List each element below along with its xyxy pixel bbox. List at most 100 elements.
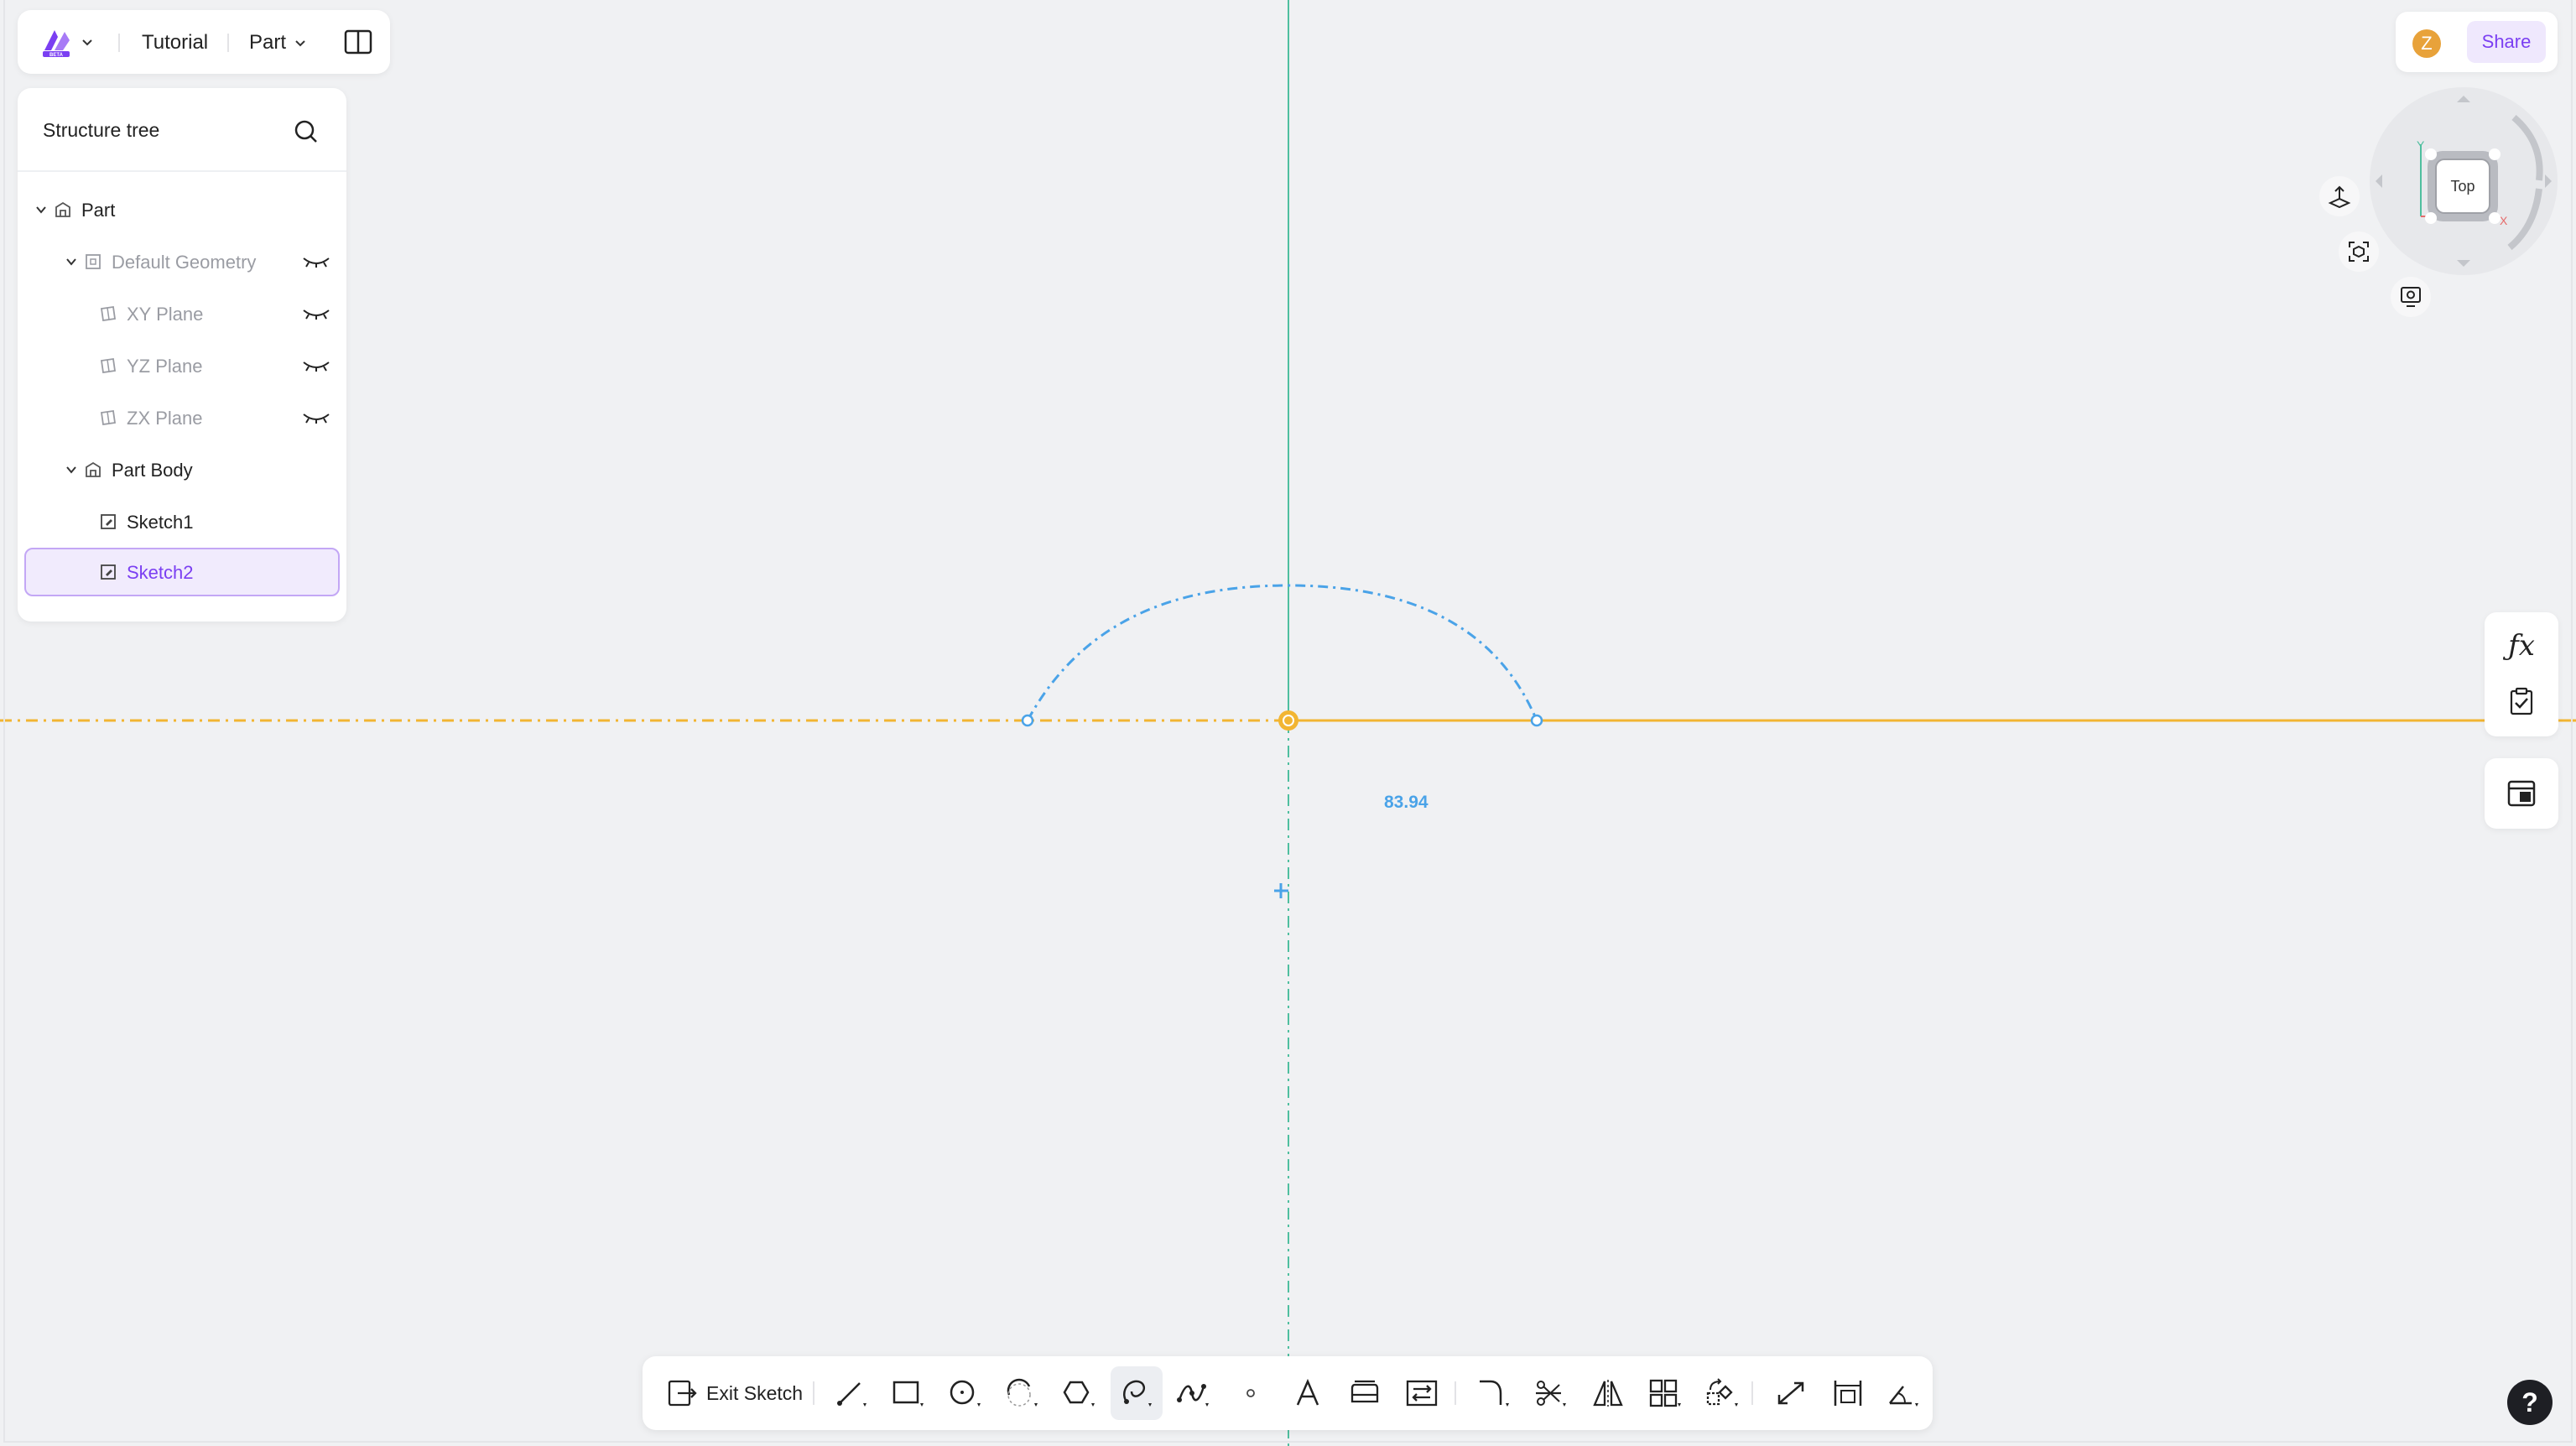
angle-icon bbox=[1889, 1386, 1918, 1407]
panel-toggle-button[interactable] bbox=[341, 27, 375, 57]
arc-icon bbox=[1007, 1378, 1038, 1407]
mirror-icon bbox=[1593, 1380, 1623, 1407]
logo-icon: BETA bbox=[43, 30, 70, 58]
share-button[interactable]: Share bbox=[2467, 21, 2546, 63]
tree-item-zx-plane[interactable]: ZX Plane bbox=[24, 393, 340, 442]
tree-item-part[interactable]: Part bbox=[24, 185, 340, 234]
eye-closed-icon[interactable] bbox=[301, 356, 331, 375]
sketch-icon bbox=[98, 512, 118, 532]
clipboard-check-icon bbox=[2510, 687, 2533, 715]
sketch-toolbar: Exit Sketch bbox=[643, 1356, 1933, 1430]
mirror-tool[interactable] bbox=[1582, 1366, 1634, 1420]
dimension-tool[interactable] bbox=[1822, 1366, 1874, 1420]
tree-item-label: XY Plane bbox=[127, 304, 204, 325]
fit-view-icon bbox=[2349, 242, 2369, 262]
text-icon bbox=[1296, 1378, 1319, 1406]
tutorial-title[interactable]: Tutorial bbox=[142, 31, 208, 55]
constraint-tool[interactable] bbox=[1765, 1366, 1817, 1420]
transform-tool[interactable] bbox=[1696, 1366, 1748, 1420]
tree-item-label: Part bbox=[81, 200, 116, 221]
arc-endpoint-right bbox=[1530, 714, 1543, 727]
structure-tree-panel: Structure tree Part Default Geometry XY … bbox=[18, 88, 346, 622]
tree-item-sketch1[interactable]: Sketch1 bbox=[24, 497, 340, 546]
project-tool[interactable] bbox=[1396, 1366, 1448, 1420]
plane-icon bbox=[98, 356, 118, 376]
tree-item-default-geometry[interactable]: Default Geometry bbox=[24, 237, 340, 286]
axis-x-label: X bbox=[2500, 214, 2508, 227]
arc-tool[interactable] bbox=[997, 1366, 1049, 1420]
fit-view-button[interactable] bbox=[2339, 231, 2379, 272]
viewcube-icon[interactable]: Y X Top bbox=[2367, 84, 2560, 285]
app-logo-menu[interactable]: BETA bbox=[39, 25, 98, 59]
circle-icon bbox=[950, 1380, 981, 1407]
eye-closed-icon[interactable] bbox=[301, 304, 331, 323]
tree-item-label: Sketch1 bbox=[127, 512, 194, 533]
formula-button[interactable]: ƒx bbox=[2501, 626, 2542, 666]
exit-sketch-icon bbox=[668, 1380, 697, 1407]
tree-item-part-body[interactable]: Part Body bbox=[24, 445, 340, 494]
chevron-down-icon[interactable] bbox=[33, 201, 49, 218]
arc-endpoint-left bbox=[1021, 714, 1034, 727]
plane-icon bbox=[98, 304, 118, 324]
sidebar-toggle-icon bbox=[344, 29, 372, 55]
trim-icon bbox=[1536, 1381, 1566, 1407]
layout-panel-icon bbox=[2507, 780, 2536, 807]
avatar[interactable]: Z bbox=[2412, 29, 2441, 58]
divider bbox=[227, 34, 229, 52]
trim-tool[interactable] bbox=[1525, 1366, 1577, 1420]
divider bbox=[813, 1381, 814, 1405]
exit-sketch-label: Exit Sketch bbox=[706, 1381, 804, 1404]
tree-item-sketch2[interactable]: Sketch2 bbox=[24, 548, 340, 596]
function-icon: ƒx bbox=[2508, 629, 2535, 663]
angle-tool[interactable] bbox=[1879, 1366, 1931, 1420]
fillet-tool[interactable] bbox=[1468, 1366, 1520, 1420]
rectangle-tool[interactable] bbox=[882, 1366, 934, 1420]
pattern-tool[interactable] bbox=[1639, 1366, 1691, 1420]
tree-item-label: YZ Plane bbox=[127, 356, 203, 377]
help-button[interactable]: ? bbox=[2507, 1380, 2553, 1425]
view-normal-button[interactable] bbox=[2319, 176, 2360, 216]
text-tool[interactable] bbox=[1282, 1366, 1334, 1420]
eye-closed-icon[interactable] bbox=[301, 252, 331, 271]
part-icon bbox=[53, 200, 73, 220]
chevron-down-icon[interactable] bbox=[63, 461, 80, 478]
spline-tool[interactable] bbox=[1168, 1366, 1220, 1420]
plane-icon bbox=[98, 408, 118, 428]
line-tool[interactable] bbox=[825, 1366, 877, 1420]
transform-icon bbox=[1706, 1378, 1738, 1407]
slot-tool[interactable] bbox=[1111, 1366, 1163, 1420]
point-icon bbox=[1246, 1389, 1255, 1397]
chevron-down-icon bbox=[295, 40, 305, 47]
divider bbox=[1455, 1381, 1456, 1405]
exit-sketch-button[interactable]: Exit Sketch bbox=[668, 1366, 803, 1420]
share-container: Z Share bbox=[2396, 12, 2558, 72]
axis-y-label: Y bbox=[2417, 138, 2425, 152]
normal-view-icon bbox=[2328, 185, 2351, 208]
chevron-down-icon[interactable] bbox=[63, 253, 80, 270]
tree-search-button[interactable] bbox=[289, 115, 323, 148]
spline-icon bbox=[1177, 1384, 1209, 1407]
tree-item-yz-plane[interactable]: YZ Plane bbox=[24, 341, 340, 390]
display-mode-button[interactable] bbox=[2391, 277, 2431, 317]
sketch-canvas[interactable] bbox=[0, 0, 2576, 1446]
library-button[interactable] bbox=[2501, 773, 2542, 814]
dimension-icon bbox=[1834, 1381, 1862, 1406]
eye-closed-icon[interactable] bbox=[301, 408, 331, 427]
tree-header: Structure tree bbox=[18, 88, 346, 172]
right-dock-bottom bbox=[2485, 758, 2558, 829]
tree-item-label: ZX Plane bbox=[127, 408, 203, 429]
polygon-tool[interactable] bbox=[1054, 1366, 1106, 1420]
project-icon bbox=[1406, 1380, 1438, 1407]
circle-tool[interactable] bbox=[939, 1366, 991, 1420]
tree-item-xy-plane[interactable]: XY Plane bbox=[24, 289, 340, 338]
point-tool[interactable] bbox=[1225, 1366, 1277, 1420]
divider bbox=[1751, 1381, 1753, 1405]
checklist-button[interactable] bbox=[2501, 681, 2542, 721]
mode-selector[interactable]: Part bbox=[249, 31, 308, 55]
offset-tool[interactable] bbox=[1339, 1366, 1391, 1420]
polygon-icon bbox=[1063, 1381, 1095, 1407]
chevron-down-icon bbox=[82, 39, 92, 46]
slot-icon bbox=[1123, 1380, 1152, 1407]
dimension-label[interactable]: 83.94 bbox=[1384, 793, 1429, 813]
tree-title: Structure tree bbox=[43, 119, 160, 141]
